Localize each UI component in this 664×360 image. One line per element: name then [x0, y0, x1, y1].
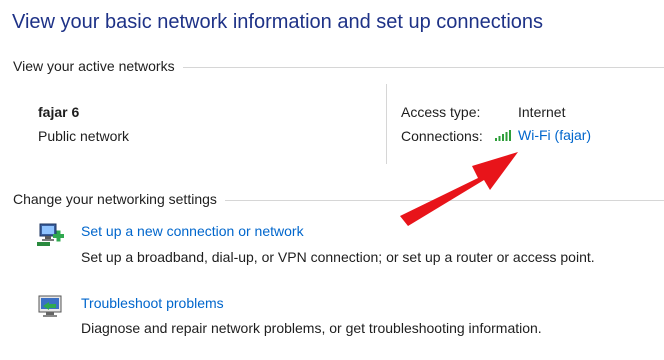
wifi-connection-link[interactable]: Wi-Fi (fajar)	[518, 127, 591, 143]
annotation-arrow	[400, 152, 518, 226]
network-name: fajar 6	[38, 104, 80, 120]
connections-label: Connections:	[401, 128, 483, 144]
wifi-signal-icon	[495, 130, 511, 141]
active-networks-header: View your active networks	[13, 57, 664, 75]
new-connection-icon[interactable]	[36, 222, 66, 248]
access-type-label: Access type:	[401, 104, 481, 120]
connection-entry[interactable]: Wi-Fi (fajar)	[494, 127, 591, 143]
setup-connection-link[interactable]: Set up a new connection or network	[81, 223, 304, 239]
setup-connection-description: Set up a broadband, dial-up, or VPN conn…	[81, 249, 595, 265]
active-networks-header-label: View your active networks	[13, 58, 175, 74]
troubleshoot-icon[interactable]	[36, 294, 66, 320]
networking-settings-header: Change your networking settings	[13, 190, 664, 208]
section-divider	[182, 66, 664, 68]
network-category: Public network	[38, 128, 130, 144]
page-title: View your basic network information and …	[12, 11, 544, 33]
access-type-value: Internet	[518, 104, 566, 120]
networking-settings-header-label: Change your networking settings	[13, 191, 217, 207]
troubleshoot-link[interactable]: Troubleshoot problems	[81, 295, 224, 311]
vertical-divider	[386, 84, 387, 164]
troubleshoot-description: Diagnose and repair network problems, or…	[81, 320, 542, 336]
